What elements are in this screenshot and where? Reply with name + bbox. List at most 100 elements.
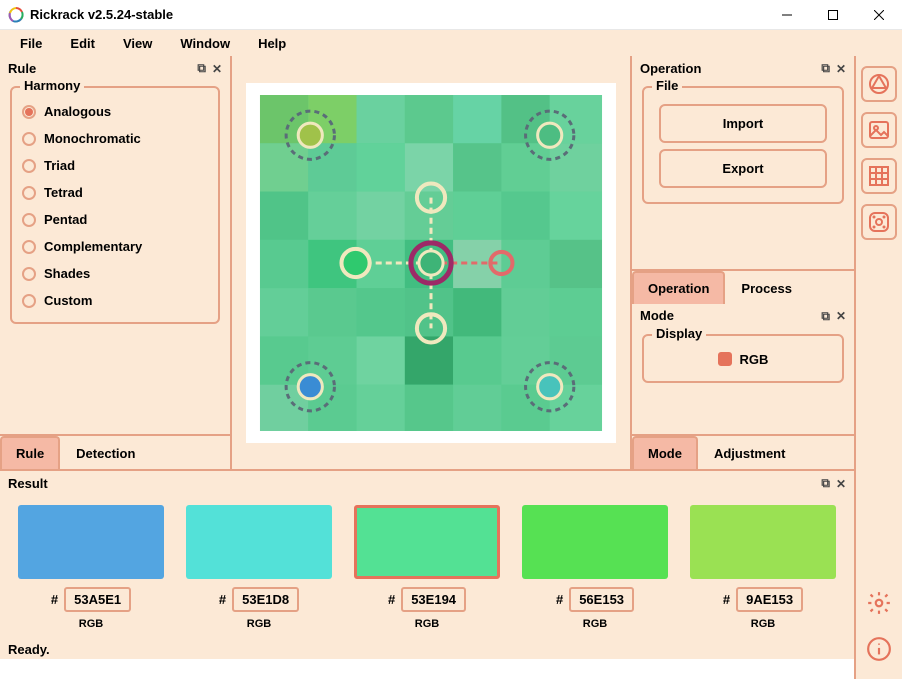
rule-panel: Rule Harmony Analogous Monochromatic Tri… bbox=[0, 56, 232, 469]
minimize-button[interactable] bbox=[764, 0, 810, 30]
display-fieldset: Display RGB bbox=[642, 334, 844, 383]
radio-label: Custom bbox=[44, 293, 92, 308]
radio-custom[interactable]: Custom bbox=[20, 287, 210, 314]
radio-pentad[interactable]: Pentad bbox=[20, 206, 210, 233]
status-text: Ready. bbox=[8, 642, 50, 657]
menu-help[interactable]: Help bbox=[246, 32, 298, 55]
board-icon bbox=[867, 210, 891, 234]
mode-panel-title: Mode bbox=[640, 308, 815, 323]
hex-value[interactable]: 56E153 bbox=[569, 587, 634, 612]
menubar: File Edit View Window Help bbox=[0, 30, 902, 56]
radio-complementary[interactable]: Complementary bbox=[20, 233, 210, 260]
radio-tetrad[interactable]: Tetrad bbox=[20, 179, 210, 206]
popout-icon[interactable] bbox=[821, 475, 830, 491]
popout-icon[interactable] bbox=[821, 60, 830, 76]
hash-label: # bbox=[219, 592, 226, 607]
rgb-label: RGB bbox=[186, 618, 332, 630]
swatch[interactable] bbox=[354, 505, 500, 579]
hex-value[interactable]: 53E1D8 bbox=[232, 587, 299, 612]
rule-tab-bar: Rule Detection bbox=[0, 434, 230, 469]
close-icon[interactable] bbox=[212, 61, 222, 76]
import-button[interactable]: Import bbox=[659, 104, 826, 143]
right-toolbar bbox=[854, 56, 902, 679]
radio-icon bbox=[22, 240, 36, 254]
file-fieldset: File Import Export bbox=[642, 86, 844, 204]
menu-view[interactable]: View bbox=[111, 32, 164, 55]
radio-label: Triad bbox=[44, 158, 75, 173]
menu-window[interactable]: Window bbox=[168, 32, 242, 55]
image-icon bbox=[867, 118, 891, 142]
info-icon bbox=[866, 636, 892, 662]
tab-operation[interactable]: Operation bbox=[632, 271, 725, 304]
swatch-item: #56E153RGB bbox=[522, 505, 668, 630]
hex-value[interactable]: 53E194 bbox=[401, 587, 466, 612]
hash-label: # bbox=[51, 592, 58, 607]
result-panel: Result #53A5E1 RGB #53E1D8 RGB #53E194 RGB #56… bbox=[0, 469, 854, 659]
board-tool-button[interactable] bbox=[861, 204, 897, 240]
hash-label: # bbox=[723, 592, 730, 607]
tab-mode[interactable]: Mode bbox=[632, 436, 698, 469]
center-panel bbox=[232, 56, 630, 469]
image-tool-button[interactable] bbox=[861, 112, 897, 148]
maximize-button[interactable] bbox=[810, 0, 856, 30]
operation-tab-bar: Operation Process bbox=[632, 269, 854, 304]
radio-triad[interactable]: Triad bbox=[20, 152, 210, 179]
radio-label: Tetrad bbox=[44, 185, 83, 200]
harmony-legend: Harmony bbox=[20, 80, 84, 93]
close-icon[interactable] bbox=[836, 308, 846, 323]
radio-icon bbox=[22, 186, 36, 200]
popout-icon[interactable] bbox=[197, 60, 206, 76]
menu-edit[interactable]: Edit bbox=[58, 32, 107, 55]
color-canvas[interactable] bbox=[258, 95, 604, 431]
info-button[interactable] bbox=[861, 631, 897, 667]
radio-monochromatic[interactable]: Monochromatic bbox=[20, 125, 210, 152]
hash-label: # bbox=[556, 592, 563, 607]
swatch-item: #53E1D8 RGB bbox=[186, 505, 332, 630]
hash-label: # bbox=[388, 592, 395, 607]
harmony-fieldset: Harmony Analogous Monochromatic Triad Te… bbox=[10, 86, 220, 324]
window-title: Rickrack v2.5.24-stable bbox=[30, 7, 764, 22]
radio-icon bbox=[22, 132, 36, 146]
radio-shades[interactable]: Shades bbox=[20, 260, 210, 287]
tab-process[interactable]: Process bbox=[725, 271, 808, 304]
swatch-item: #53A5E1 RGB bbox=[18, 505, 164, 630]
checkbox-icon bbox=[718, 352, 732, 366]
rgb-label: RGB bbox=[354, 618, 500, 630]
swatch[interactable] bbox=[18, 505, 164, 579]
grid-tool-button[interactable] bbox=[861, 158, 897, 194]
hex-value[interactable]: 53A5E1 bbox=[64, 587, 131, 612]
triangle-wheel-icon bbox=[867, 72, 891, 96]
app-logo-icon bbox=[8, 7, 24, 23]
radio-label: Monochromatic bbox=[44, 131, 141, 146]
hex-value[interactable]: 9AE153 bbox=[736, 587, 803, 612]
right-panel: Operation File Import Export Operation bbox=[630, 56, 854, 469]
result-panel-title: Result bbox=[8, 476, 815, 491]
tab-detection[interactable]: Detection bbox=[60, 436, 151, 469]
export-button[interactable]: Export bbox=[659, 149, 826, 188]
radio-label: Shades bbox=[44, 266, 90, 281]
settings-button[interactable] bbox=[861, 585, 897, 621]
titlebar: Rickrack v2.5.24-stable bbox=[0, 0, 902, 30]
tab-adjustment[interactable]: Adjustment bbox=[698, 436, 802, 469]
radio-icon bbox=[22, 105, 36, 119]
close-icon[interactable] bbox=[836, 61, 846, 76]
radio-analogous[interactable]: Analogous bbox=[20, 98, 210, 125]
swatch-item: #9AE153RGB bbox=[690, 505, 836, 630]
swatch[interactable] bbox=[522, 505, 668, 579]
operation-panel-title: Operation bbox=[640, 61, 815, 76]
close-icon[interactable] bbox=[836, 476, 846, 491]
radio-icon bbox=[22, 159, 36, 173]
tab-rule[interactable]: Rule bbox=[0, 436, 60, 469]
canvas-wrap bbox=[246, 83, 616, 443]
swatch[interactable] bbox=[186, 505, 332, 579]
rgb-checkbox-row[interactable]: RGB bbox=[652, 346, 834, 373]
gear-icon bbox=[866, 590, 892, 616]
rgb-label: RGB bbox=[18, 618, 164, 630]
wheel-tool-button[interactable] bbox=[861, 66, 897, 102]
swatch[interactable] bbox=[690, 505, 836, 579]
radio-icon bbox=[22, 267, 36, 281]
menu-file[interactable]: File bbox=[8, 32, 54, 55]
close-window-button[interactable] bbox=[856, 0, 902, 30]
popout-icon[interactable] bbox=[821, 308, 830, 324]
radio-icon bbox=[22, 213, 36, 227]
